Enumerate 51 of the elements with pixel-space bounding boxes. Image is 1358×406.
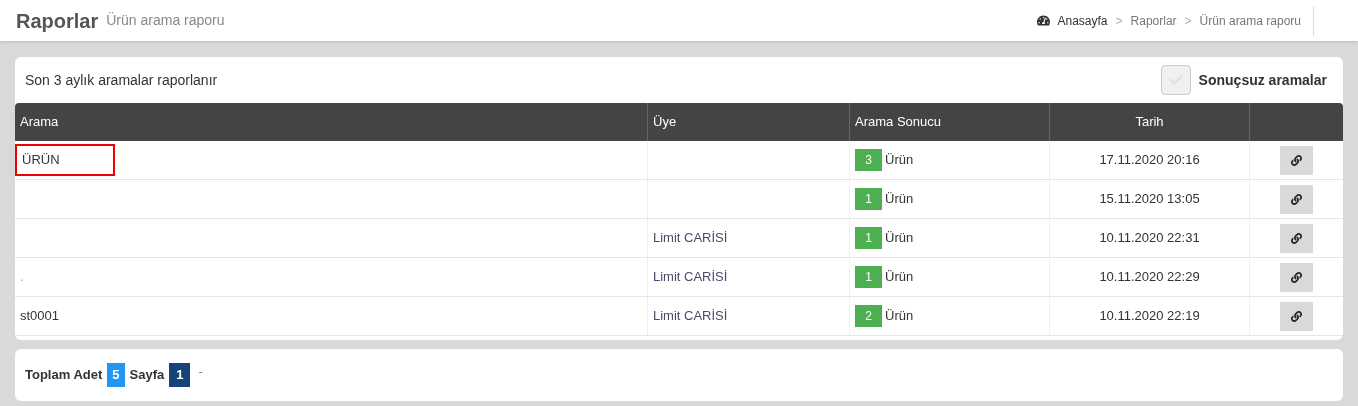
table-cell-text: Ürün (885, 190, 914, 209)
link-button[interactable] (1280, 262, 1313, 292)
table-cell-text: Limit CARİSİ (653, 229, 728, 248)
count-badge: 1 (855, 188, 882, 210)
table-cell-text: Ürün (885, 229, 914, 248)
link-button[interactable] (1280, 223, 1313, 253)
table-cell-text: Limit CARİSİ (653, 268, 728, 287)
table-cell-text: Ürün (885, 151, 914, 170)
link-button[interactable] (1280, 145, 1313, 175)
link-icon (1291, 193, 1302, 205)
checkbox[interactable] (1160, 65, 1191, 95)
link-icon (1291, 310, 1302, 322)
table-cell-text: 10.11.2020 22:19 (1099, 307, 1200, 326)
dashboard-icon (1036, 14, 1050, 27)
table-cell-text: 10.11.2020 22:31 (1099, 229, 1200, 248)
column-header: Arama (15, 103, 648, 141)
table-cell-text: Ürün (885, 268, 914, 287)
breadcrumb-separator: > (1184, 12, 1192, 30)
link-button[interactable] (1280, 301, 1313, 331)
page-dash: - (198, 363, 203, 382)
page-subtitle: Ürün arama raporu (106, 11, 225, 30)
table-cell-text: 10.11.2020 22:29 (1099, 268, 1200, 287)
link-icon (1291, 232, 1302, 244)
breadcrumb-link[interactable]: Ürün arama raporu (1199, 11, 1301, 30)
report-note: Son 3 aylık aramalar raporlanır (25, 70, 218, 90)
breadcrumb-link[interactable]: Raporlar (1130, 11, 1177, 30)
table-cell-text: Limit CARİSİ (653, 307, 728, 326)
count-badge: 3 (855, 149, 882, 171)
link-icon (1291, 154, 1302, 166)
table-cell-text: 17.11.2020 20:16 (1099, 151, 1200, 170)
count-badge: 2 (855, 305, 882, 327)
checkbox-label: Sonuçsuz aramalar (1198, 70, 1327, 90)
table-cell-text: . (19, 268, 25, 287)
column-header: Üye (648, 103, 850, 141)
page-label: Sayfa (129, 366, 165, 385)
column-header: Arama Sonucu (850, 103, 1050, 141)
page-title: Raporlar (16, 8, 99, 34)
link-button[interactable] (1280, 184, 1313, 214)
table-cell-text: st0001 (19, 307, 61, 326)
table-cell: ÜRÜN (15, 144, 115, 176)
table-cell-text: Ürün (885, 307, 914, 326)
count-badge: 1 (855, 266, 882, 288)
breadcrumb-separator: > (1115, 12, 1123, 30)
page-badge[interactable]: 1 (169, 363, 191, 387)
column-header: Tarih (1050, 103, 1250, 141)
total-badge: 5 (107, 363, 125, 387)
count-badge: 1 (855, 227, 882, 249)
breadcrumb-link[interactable]: Anasayfa (1057, 11, 1108, 30)
link-icon (1291, 271, 1302, 283)
total-label: Toplam Adet (25, 366, 103, 385)
table-cell-text: 15.11.2020 13:05 (1099, 190, 1200, 209)
